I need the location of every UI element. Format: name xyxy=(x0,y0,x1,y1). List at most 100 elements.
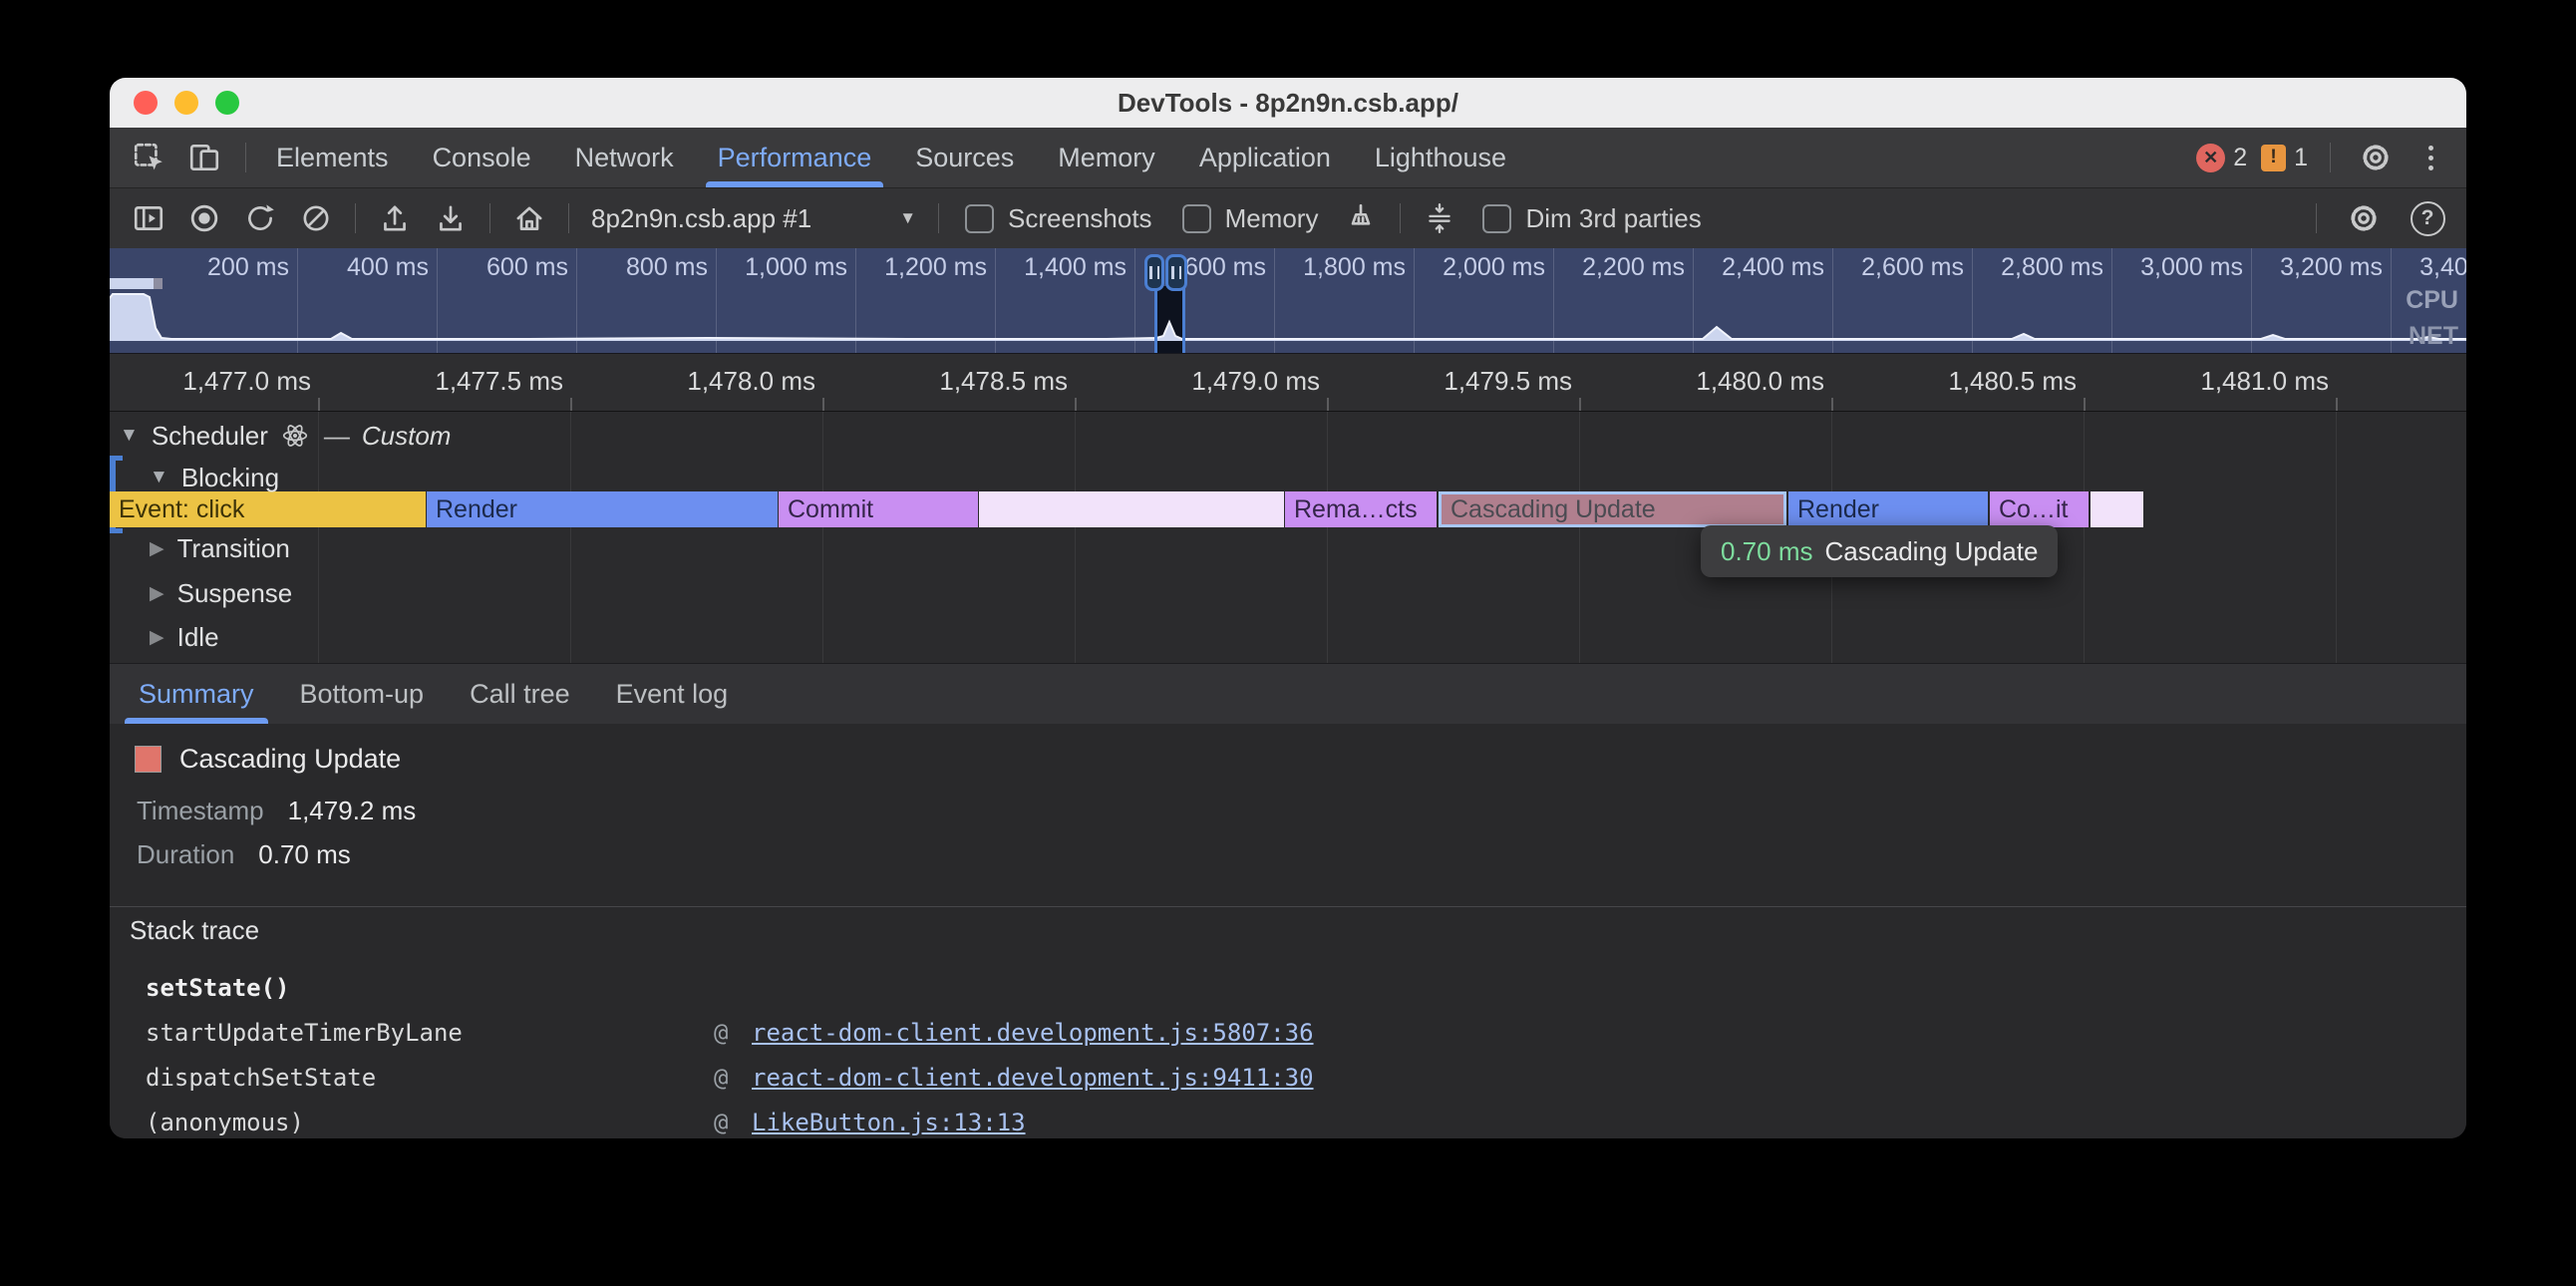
issue-count: 1 xyxy=(2294,144,2308,172)
flame-chart[interactable]: Event: clickRenderCommitRema…ctsCascadin… xyxy=(110,412,2466,663)
tab-application[interactable]: Application xyxy=(1177,128,1353,187)
divider xyxy=(568,203,569,233)
frame-at: @ xyxy=(714,1064,728,1092)
triangle-right-icon[interactable]: ▶ xyxy=(150,537,164,560)
record-button[interactable] xyxy=(179,195,229,241)
frame-function: startUpdateTimerByLane xyxy=(146,1019,463,1047)
error-count: 2 xyxy=(2233,144,2247,172)
tab-elements[interactable]: Elements xyxy=(254,128,411,187)
stack-frame: startUpdateTimerByLane@react-dom-client.… xyxy=(110,1010,2466,1055)
triangle-right-icon[interactable]: ▶ xyxy=(150,582,164,605)
kebab-menu-icon[interactable] xyxy=(2413,146,2448,170)
track-suspense[interactable]: ▶Suspense xyxy=(110,575,292,611)
source-link[interactable]: LikeButton.js:13:13 xyxy=(752,1109,1026,1136)
flame-gridline xyxy=(2336,412,2337,663)
tab-summary[interactable]: Summary xyxy=(116,664,277,724)
upload-profile-button[interactable] xyxy=(370,195,420,241)
tab-bottom-up[interactable]: Bottom-up xyxy=(277,664,448,724)
console-issues-badge[interactable]: ! 1 xyxy=(2261,144,2308,172)
tab-event-log[interactable]: Event log xyxy=(593,664,752,724)
flame-bar-render[interactable]: Render xyxy=(1788,491,1988,527)
garbage-collect-brush-icon[interactable] xyxy=(1336,195,1386,241)
tab-network[interactable]: Network xyxy=(553,128,696,187)
bottom-tabbar: SummaryBottom-upCall treeEvent log xyxy=(110,663,2466,724)
collapse-tracks-icon[interactable] xyxy=(1415,195,1464,241)
inspect-element-button[interactable] xyxy=(126,135,171,180)
selection-handle-left[interactable] xyxy=(1144,254,1164,291)
divider xyxy=(2330,143,2331,172)
timeline-overview[interactable]: CPU NET 200 ms400 ms600 ms800 ms1,000 ms… xyxy=(110,248,2466,354)
source-link[interactable]: react-dom-client.development.js:5807:36 xyxy=(752,1019,1314,1047)
minimize-window-button[interactable] xyxy=(174,91,198,115)
close-window-button[interactable] xyxy=(134,91,158,115)
tooltip-label: Cascading Update xyxy=(1825,536,2039,567)
stack-frame: setState() xyxy=(110,965,2466,1010)
field-value: 1,479.2 ms xyxy=(288,796,417,826)
field-value: 0.70 ms xyxy=(258,839,351,870)
flame-bar-event-click[interactable]: Event: click xyxy=(110,491,426,527)
triangle-down-icon[interactable]: ▼ xyxy=(150,467,168,488)
flame-bar[interactable] xyxy=(979,491,1284,527)
home-button[interactable] xyxy=(504,195,554,241)
network-request-bar xyxy=(110,278,154,289)
flame-bar-co-it[interactable]: Co…it xyxy=(1990,491,2089,527)
target-selector-dropdown[interactable]: 8p2n9n.csb.app #1 ▼ xyxy=(583,203,924,234)
track-blocking[interactable]: ▼Blocking xyxy=(110,460,279,495)
device-toolbar-button[interactable] xyxy=(181,135,227,180)
zoom-window-button[interactable] xyxy=(215,91,239,115)
selection-edge-left xyxy=(1154,286,1157,353)
triangle-down-icon[interactable]: ▼ xyxy=(120,425,139,447)
tab-performance[interactable]: Performance xyxy=(696,128,894,187)
tab-call-tree[interactable]: Call tree xyxy=(447,664,593,724)
track-transition[interactable]: ▶Transition xyxy=(110,530,290,566)
flame-bar-render[interactable]: Render xyxy=(427,491,778,527)
screenshots-checkbox[interactable]: Screenshots xyxy=(953,203,1164,234)
selection-handle-right[interactable] xyxy=(1165,254,1187,291)
detail-ruler: 1,477.0 ms1,477.5 ms1,478.0 ms1,478.5 ms… xyxy=(110,354,2466,412)
clear-recording-button[interactable] xyxy=(291,195,341,241)
help-icon[interactable]: ? xyxy=(2403,195,2452,241)
flame-bars-layer: Event: clickRenderCommitRema…ctsCascadin… xyxy=(110,491,2466,527)
reload-and-record-button[interactable] xyxy=(235,195,285,241)
track-idle[interactable]: ▶Idle xyxy=(110,619,219,655)
chevron-down-icon: ▼ xyxy=(899,208,916,228)
tab-console[interactable]: Console xyxy=(411,128,553,187)
flame-tooltip: 0.70 ms Cascading Update xyxy=(1701,525,2058,577)
tab-lighthouse[interactable]: Lighthouse xyxy=(1353,128,1528,187)
divider xyxy=(110,906,2466,907)
capture-settings-gear-icon[interactable] xyxy=(2339,195,2389,241)
toggle-sidebar-button[interactable] xyxy=(124,195,173,241)
checkbox-box xyxy=(1182,204,1211,233)
dim-3rd-parties-checkbox[interactable]: Dim 3rd parties xyxy=(1470,203,1713,234)
flame-bar-rema-cts[interactable]: Rema…cts xyxy=(1285,491,1437,527)
console-errors-badge[interactable]: ✕ 2 xyxy=(2196,144,2247,172)
tab-sources[interactable]: Sources xyxy=(893,128,1036,187)
ruler-tick-mark xyxy=(1831,398,1833,411)
flame-bar-commit[interactable]: Commit xyxy=(779,491,978,527)
ruler-tick-mark xyxy=(318,398,320,411)
tab-memory[interactable]: Memory xyxy=(1036,128,1177,187)
stack-trace-frames: setState()startUpdateTimerByLane@react-d… xyxy=(110,965,2466,1138)
flame-bar[interactable] xyxy=(2091,491,2143,527)
settings-gear-icon[interactable] xyxy=(2353,135,2399,180)
flame-bar-cascading-update[interactable]: Cascading Update xyxy=(1439,491,1786,527)
dash: — xyxy=(324,421,350,452)
ruler-tick-label: 1,477.5 ms xyxy=(435,366,563,397)
source-link[interactable]: react-dom-client.development.js:9411:30 xyxy=(752,1064,1314,1092)
titlebar: DevTools - 8p2n9n.csb.app/ xyxy=(110,78,2466,128)
event-title: Cascading Update xyxy=(179,744,401,775)
triangle-right-icon[interactable]: ▶ xyxy=(150,626,164,649)
ruler-tick-mark xyxy=(1579,398,1581,411)
cpu-lane-label: CPU xyxy=(2406,286,2458,315)
main-tabs: ElementsConsoleNetworkPerformanceSources… xyxy=(254,128,1528,187)
ruler-tick-label: 1,478.5 ms xyxy=(939,366,1068,397)
track-scheduler[interactable]: ▼Scheduler —Custom xyxy=(110,418,451,454)
memory-checkbox[interactable]: Memory xyxy=(1170,203,1331,234)
flame-gridline xyxy=(822,412,823,663)
cpu-activity-chart xyxy=(110,248,2466,353)
download-profile-button[interactable] xyxy=(426,195,476,241)
selection-edge-right xyxy=(1182,286,1185,353)
frame-function: dispatchSetState xyxy=(146,1064,376,1092)
divider xyxy=(938,203,939,233)
divider xyxy=(245,143,246,172)
